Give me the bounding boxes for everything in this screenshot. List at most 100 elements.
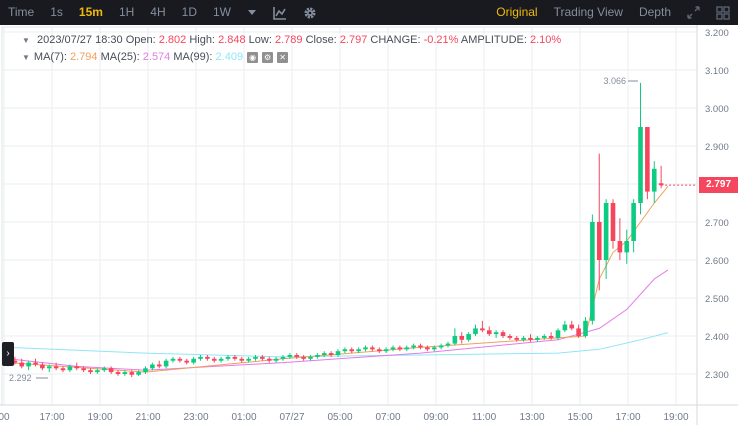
- candle-body: [500, 332, 506, 336]
- candle-body: [26, 362, 31, 367]
- chevron-down-icon[interactable]: [239, 0, 265, 25]
- candle-body: [321, 353, 327, 355]
- legend-collapse-icon[interactable]: ▼: [22, 36, 30, 45]
- candle-body: [266, 358, 272, 361]
- legend-datetime: 2023/07/27 18:30: [36, 34, 123, 46]
- current-price-tag: 2.797: [699, 177, 738, 193]
- candle-body: [101, 368, 107, 371]
- price-axis: 3.2003.1003.0002.9002.8002.7002.6002.500…: [696, 25, 729, 425]
- candle-body: [473, 328, 478, 335]
- candle: [645, 127, 650, 200]
- price-tick-label: 3.200: [705, 28, 729, 39]
- candle-body: [67, 366, 73, 371]
- candle-body: [95, 370, 100, 373]
- candle-body: [404, 347, 410, 350]
- candle-body: [431, 347, 437, 350]
- time-tick-label: 07/27: [279, 412, 304, 423]
- view-trading-view[interactable]: Trading View: [546, 0, 631, 25]
- candle-body: [603, 203, 609, 260]
- candle-body: [541, 336, 547, 338]
- candle-body: [150, 364, 155, 369]
- min-price-label: 2.292: [9, 373, 32, 383]
- interval-1h[interactable]: 1H: [111, 0, 142, 25]
- price-tick-label: 2.700: [705, 218, 729, 229]
- candle-body: [225, 356, 231, 359]
- time-tick-label: 15:00: [567, 412, 592, 423]
- settings-icon[interactable]: ⚙: [262, 51, 274, 63]
- candle-body: [397, 347, 403, 350]
- time-tick-label: 05:00: [327, 412, 352, 423]
- candle-body: [576, 328, 581, 336]
- time-tick-label: 23:00: [183, 412, 208, 423]
- candle-body: [211, 358, 217, 361]
- amplitude-value: 2.10%: [529, 34, 562, 46]
- max-price-label: 3.066: [603, 76, 626, 86]
- ma7-label: MA(7):: [33, 51, 67, 63]
- time-axis: 00 17:00 19:00 21:00 23:00 01:00 07/27 05:00 07:…: [0, 404, 738, 423]
- candlestick-chart[interactable]: 3.2003.1003.0002.9002.8002.7002.6002.500…: [0, 25, 738, 425]
- ma-legend: ▼ MA(7): 2.794 MA(25): 2.574 MA(99): 2.4…: [22, 51, 289, 63]
- ma99-label: MA(99):: [173, 51, 213, 63]
- candle-body: [328, 353, 334, 355]
- candle-body: [521, 337, 526, 340]
- candle-body: [170, 358, 176, 361]
- candle-body: [459, 336, 465, 340]
- view-original[interactable]: Original: [488, 0, 545, 25]
- candle-body: [115, 372, 121, 374]
- interval-1s[interactable]: 1s: [42, 0, 71, 25]
- indicator-chart-icon[interactable]: [265, 0, 295, 25]
- candle-body: [596, 222, 602, 260]
- candle-body: [590, 222, 595, 321]
- candle-body: [528, 337, 533, 340]
- candle-body: [294, 355, 300, 357]
- ma25-value: 2.574: [142, 51, 171, 63]
- price-tick-label: 2.300: [705, 370, 729, 381]
- view-depth[interactable]: Depth: [631, 0, 679, 25]
- close-icon[interactable]: ✕: [277, 51, 289, 63]
- grid-layout-icon[interactable]: [708, 0, 738, 25]
- candle-body: [370, 347, 375, 350]
- candle-body: [74, 366, 80, 369]
- high-label: High:: [189, 34, 215, 46]
- candle-body: [535, 337, 540, 340]
- candle-body: [53, 366, 59, 369]
- ohlc-legend: ▼ 2023/07/27 18:30 Open: 2.802 High: 2.8…: [22, 34, 561, 46]
- eye-icon[interactable]: ◉: [247, 51, 259, 63]
- candle-body: [191, 358, 196, 363]
- candle-body: [60, 368, 66, 371]
- close-label: Close:: [305, 34, 337, 46]
- candle-body: [342, 349, 348, 352]
- candle-body: [356, 349, 361, 352]
- price-tick-label: 3.000: [705, 104, 729, 115]
- interval-15m[interactable]: 15m: [71, 0, 111, 25]
- fullscreen-icon[interactable]: [679, 0, 708, 25]
- interval-4h[interactable]: 4H: [142, 0, 173, 25]
- low-label: Low:: [248, 34, 272, 46]
- ma7-value: 2.794: [69, 51, 98, 63]
- time-button[interactable]: Time: [0, 0, 42, 25]
- candle-body: [301, 356, 306, 359]
- candle-body: [480, 328, 485, 331]
- candle-body: [507, 336, 513, 338]
- close-value: 2.797: [339, 34, 368, 46]
- candle: [590, 214, 595, 325]
- expand-panel-icon[interactable]: ›: [2, 342, 14, 366]
- change-value: -0.21%: [423, 34, 459, 46]
- candle-body: [218, 358, 224, 361]
- candle-body: [205, 356, 210, 359]
- candle-body: [335, 351, 341, 355]
- candle-body: [273, 358, 279, 361]
- candle-body: [569, 324, 575, 329]
- open-label: Open:: [125, 34, 156, 46]
- interval-1w[interactable]: 1W: [205, 0, 239, 25]
- candle-body: [514, 337, 520, 340]
- interval-1d[interactable]: 1D: [174, 0, 205, 25]
- gear-icon[interactable]: [295, 0, 325, 25]
- candle-body: [486, 330, 492, 335]
- time-tick-label: 09:00: [423, 412, 448, 423]
- time-tick-label: 17:00: [615, 412, 640, 423]
- candle-body: [163, 360, 169, 367]
- change-label: CHANGE:: [370, 34, 421, 46]
- ma-collapse-icon[interactable]: ▼: [22, 53, 30, 62]
- candle-body: [315, 355, 320, 357]
